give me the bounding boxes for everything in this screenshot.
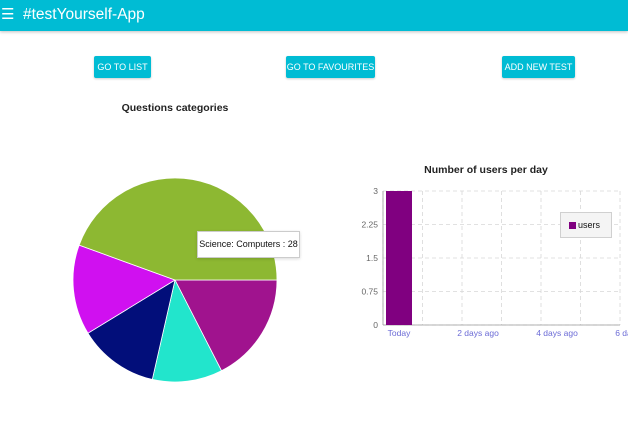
legend-swatch-users [569, 221, 576, 229]
y-tick-label: 0 [373, 320, 378, 330]
x-tick-label: 4 days ago [536, 328, 578, 338]
legend-label-users: users [578, 220, 601, 230]
y-tick-label: 1.5 [366, 253, 378, 263]
users-per-day-bar-chart: 0 0.75 1.5 2.25 3 Today 2 days ago 4 days ago 6 … [361, 186, 628, 338]
x-tick-label: Today [388, 328, 411, 338]
y-tick-label: 3 [373, 186, 378, 196]
x-tick-label: 2 days ago [457, 328, 499, 338]
x-tick-label: 6 days ago [615, 328, 628, 338]
bar-legend[interactable]: users [560, 212, 612, 238]
bar-users[interactable] [386, 191, 412, 325]
y-tick-label: 2.25 [361, 220, 378, 230]
pie-tooltip: Science: Computers : 28 [197, 231, 300, 258]
y-tick-label: 0.75 [361, 287, 378, 297]
